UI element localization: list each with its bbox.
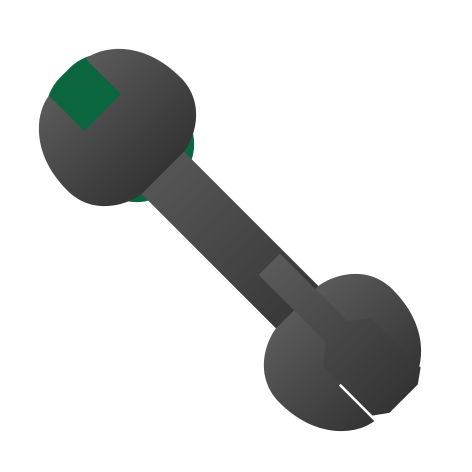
- tools-icon: [38, 48, 422, 432]
- tools-icon-canvas: [0, 0, 472, 472]
